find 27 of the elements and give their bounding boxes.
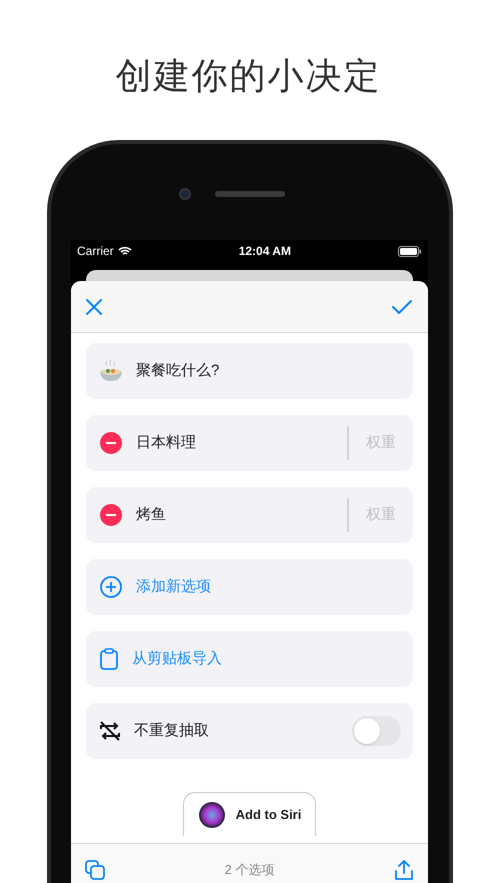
close-button[interactable] — [85, 296, 105, 316]
siri-orb-icon — [198, 800, 226, 828]
speaker-grille — [215, 191, 285, 197]
remove-button[interactable] — [100, 504, 122, 526]
plus-circle-icon — [100, 576, 122, 598]
battery-icon — [398, 246, 422, 256]
import-clipboard-button[interactable]: 从剪贴板导入 — [86, 631, 413, 687]
add-option-button[interactable]: 添加新选项 — [86, 559, 413, 615]
camera-lens — [179, 188, 191, 200]
no-repeat-icon — [98, 720, 122, 742]
duplicate-button[interactable] — [85, 860, 105, 880]
option-name: 日本料理 — [136, 432, 197, 453]
page-heading: 创建你的小决定 — [116, 54, 382, 98]
carrier-label: Carrier — [77, 243, 114, 260]
share-button[interactable] — [394, 859, 414, 881]
option-name: 烤鱼 — [136, 504, 167, 525]
noodle-bowl-icon — [98, 359, 124, 383]
question-field[interactable]: 聚餐吃什么? — [86, 343, 413, 399]
option-count: 2 个选项 — [224, 861, 274, 880]
toggle-switch[interactable] — [352, 716, 401, 746]
wifi-icon — [118, 246, 132, 256]
remove-button[interactable] — [100, 432, 122, 454]
toggle-label: 不重复抽取 — [134, 720, 210, 741]
clipboard-icon — [100, 648, 118, 670]
question-text: 聚餐吃什么? — [136, 360, 220, 381]
status-time: 12:04 AM — [238, 243, 291, 260]
add-to-siri-button[interactable]: Add to Siri — [182, 792, 316, 836]
